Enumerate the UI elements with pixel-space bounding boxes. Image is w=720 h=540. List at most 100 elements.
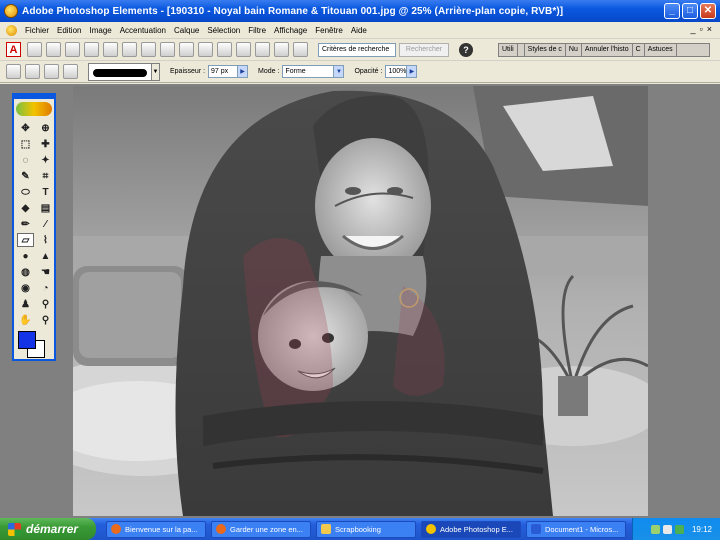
palette-tab[interactable]: Nu [566,44,582,56]
mode-select[interactable]: Forme [282,65,335,78]
palette-tab[interactable]: Astuces [645,44,677,56]
palette-tab[interactable]: Annuler l'histo [582,44,633,56]
tray-icon[interactable] [662,524,672,534]
print-icon[interactable] [160,42,175,57]
zoom-icon[interactable]: ⚲ [37,313,54,327]
menu-filtre[interactable]: Filtre [244,26,270,35]
menu-selection[interactable]: Sélection [203,26,244,35]
hand-icon[interactable]: ✋ [17,313,34,327]
dodge-icon[interactable]: ◔ [37,281,54,295]
blur-icon[interactable]: ● [17,249,34,263]
app-icon[interactable] [4,4,18,18]
window-title: Adobe Photoshop Elements - [190310 - Noy… [22,5,564,17]
browse-icon[interactable] [65,42,80,57]
type-icon[interactable]: T [37,185,54,199]
thickness-slider-icon[interactable]: ▶ [238,65,249,78]
zoom-in-icon[interactable]: ⊕ [37,121,54,135]
magic-eraser-icon[interactable] [44,64,59,79]
eraser-icon[interactable]: ▱ [17,233,34,247]
brush-icon[interactable]: ∕ [37,217,54,231]
paint-bucket-icon[interactable]: ◆ [17,201,34,215]
opacity-field[interactable]: 100% [385,65,408,78]
menu-fichier[interactable]: Fichier [21,26,53,35]
shortcuts-toolbar: A Critères de recherche Rechercher ? Uti… [0,39,720,61]
move-icon[interactable]: ✥ [17,121,34,135]
eyedropper-icon[interactable]: ⚲ [37,297,54,311]
taskbar-item[interactable]: Bienvenue sur la pa... [106,520,206,538]
help-icon[interactable]: ? [459,42,473,57]
firefox-icon [216,524,226,534]
taskbar-item[interactable]: Garder une zone en... [211,520,311,538]
sharpen-icon[interactable]: ▲ [37,249,54,263]
thickness-field[interactable]: 97 px [208,65,239,78]
email-icon[interactable] [198,42,213,57]
brush-options-icon[interactable] [63,64,78,79]
taskbar-item[interactable]: Scrapbooking [316,520,416,538]
quick-fix-icon[interactable] [274,42,289,57]
save-icon[interactable] [103,42,118,57]
crosshair-icon[interactable]: ✚ [37,137,54,151]
taskbar-item-label: Bienvenue sur la pa... [125,524,198,534]
lasso-icon[interactable]: ◌ [17,153,34,167]
tray-icon[interactable] [674,524,684,534]
tray-icon[interactable] [650,524,660,534]
background-eraser-icon[interactable] [25,64,40,79]
palette-tab[interactable]: Utili [499,44,518,56]
menu-accentuation[interactable]: Accentuation [116,26,170,35]
gradient-icon[interactable]: ▤ [37,201,54,215]
minimize-button[interactable]: _ [664,3,680,19]
online-services-icon[interactable] [179,42,194,57]
redo-icon[interactable] [255,42,270,57]
chevron-down-icon[interactable]: ▼ [334,65,345,78]
start-button[interactable]: démarrer [0,518,96,540]
doc-close-button[interactable]: × [707,24,712,34]
menu-edition[interactable]: Edition [53,26,85,35]
print-preview-icon[interactable] [141,42,156,57]
doc-restore-button[interactable]: ▫ [700,24,703,34]
palette-tab[interactable] [518,44,525,56]
taskbar-item[interactable]: Document1 - Micros... [526,520,626,538]
selection-brush-icon[interactable]: ✎ [17,169,34,183]
brush-stroke-preview [93,68,147,77]
crop-icon[interactable]: ⌗ [37,169,54,183]
open-file-icon[interactable] [46,42,61,57]
tool-grid: ✥ ⊕ ⬚ ✚ ◌ ✦ ✎ ⌗ ⬭ T ◆ ▤ ✏ ∕ ▱ ⌇ ● ▲ ◍ ☚ … [14,119,54,329]
import-icon[interactable] [84,42,99,57]
menu-fenetre[interactable]: Fenêtre [311,26,347,35]
undo-icon[interactable] [236,42,251,57]
save-web-icon[interactable] [122,42,137,57]
palette-tab[interactable]: C [633,44,645,56]
foreground-color-swatch[interactable] [18,331,36,349]
eraser-tool-icon[interactable] [6,64,21,79]
opacity-slider-icon[interactable]: ▶ [407,65,418,78]
new-file-icon[interactable] [27,42,42,57]
close-button[interactable]: ✕ [700,3,716,19]
chevron-down-icon[interactable]: ▼ [152,62,160,81]
brush-preset-picker[interactable] [88,62,152,81]
impressionist-brush-icon[interactable]: ⌇ [37,233,54,247]
search-input[interactable]: Critères de recherche [318,42,396,57]
taskbar-item-active[interactable]: Adobe Photoshop E... [421,520,521,538]
document-icon[interactable] [6,24,17,36]
doc-minimize-button[interactable]: _ [691,24,696,34]
image-canvas[interactable] [73,86,648,516]
smudge-icon[interactable]: ☚ [37,265,54,279]
menu-calque[interactable]: Calque [170,26,203,35]
photoshop-elements-icon [426,524,436,534]
magic-wand-icon[interactable]: ✦ [37,153,54,167]
stamp-icon[interactable]: ♟ [17,297,34,311]
cookie-cutter-icon[interactable]: ⬭ [17,185,34,199]
adobe-logo-icon[interactable]: A [6,42,21,57]
menu-aide[interactable]: Aide [347,26,371,35]
picture-package-icon[interactable] [217,42,232,57]
pencil-icon[interactable]: ✏ [17,217,34,231]
search-button[interactable]: Rechercher [399,42,449,57]
menu-affichage[interactable]: Affichage [270,26,311,35]
step-back-icon[interactable] [293,42,308,57]
maximize-button[interactable]: □ [682,3,698,19]
sponge-icon[interactable]: ◍ [17,265,34,279]
palette-tab[interactable]: Styles de c [525,44,566,56]
red-eye-icon[interactable]: ◉ [17,281,34,295]
menu-image[interactable]: Image [85,26,115,35]
marquee-icon[interactable]: ⬚ [17,137,34,151]
